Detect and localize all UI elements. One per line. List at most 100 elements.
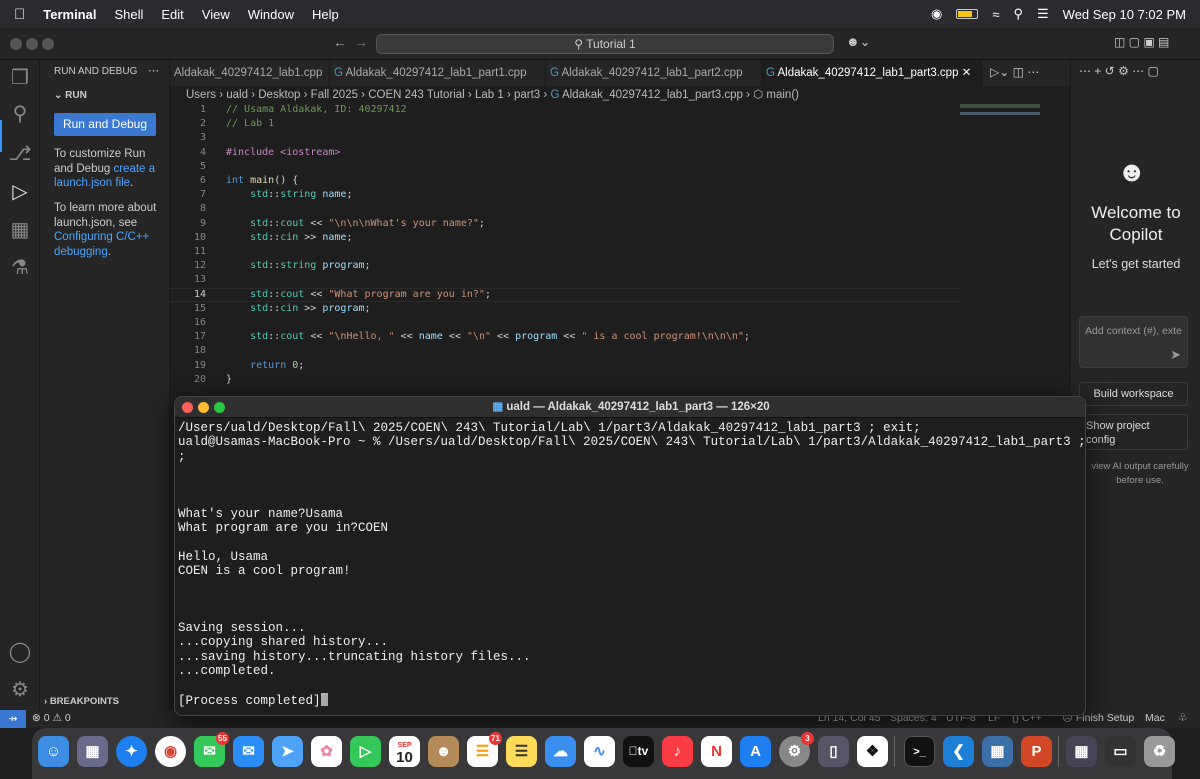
configuring-cpp-link[interactable]: Configuring C/C++ debugging xyxy=(54,231,149,258)
wifi-icon[interactable]: ≈ xyxy=(992,7,999,22)
problems-indicator[interactable]: ⊗ 0 ⚠ 0 xyxy=(32,712,71,724)
window-close-button[interactable] xyxy=(10,38,22,50)
tab-lab1-part2[interactable]: G Aldakak_40297412_lab1_part2.cpp xyxy=(546,60,762,86)
chrome-icon[interactable]: ◉ xyxy=(155,736,186,767)
crumb-uald[interactable]: uald xyxy=(226,89,248,101)
command-center-search[interactable]: ⚲ Tutorial 1 xyxy=(376,34,834,54)
menu-edit[interactable]: Edit xyxy=(161,7,183,22)
screenshot-stack-icon[interactable]: ▭ xyxy=(1105,736,1136,767)
freeform-icon[interactable]: ∿ xyxy=(584,736,615,767)
copilot-chat-input[interactable]: Add context (#), exte ➤ xyxy=(1079,316,1188,368)
code-line: return 0; xyxy=(250,359,305,371)
window-minimize-button[interactable] xyxy=(26,38,38,50)
finder-icon[interactable]: ☺ xyxy=(38,736,69,767)
notifications-bell-icon[interactable]: ♧ xyxy=(1178,712,1187,724)
chatgpt-icon[interactable]: ❖ xyxy=(857,736,888,767)
terminal-output[interactable]: /Users/uald/Desktop/Fall\ 2025/COEN\ 243… xyxy=(178,421,1085,708)
control-center-icon[interactable]: ☰ xyxy=(1037,6,1049,22)
tab-lab1-part3[interactable]: G Aldakak_40297412_lab1_part3.cpp ✕ xyxy=(762,60,982,86)
testing-icon[interactable]: ⚗ xyxy=(8,256,32,280)
code-editor[interactable]: 1 // Usama Aldakak, ID: 40297412 2 // Lab 1… xyxy=(170,104,1070,394)
copilot-menu-icon[interactable]: ☻⌄ xyxy=(846,34,871,50)
vscode-app-icon[interactable]: ❮ xyxy=(943,736,974,767)
maps-icon[interactable]: ➤ xyxy=(272,736,303,767)
mail-icon[interactable]: ✉ xyxy=(233,736,264,767)
terminal-minimize-button[interactable] xyxy=(198,402,209,413)
build-workspace-button[interactable]: Build workspace xyxy=(1079,382,1188,406)
nav-forward-icon[interactable]: → xyxy=(354,34,368,50)
dock-divider-2 xyxy=(1058,736,1059,767)
run-debug-icon[interactable]: ▷ xyxy=(8,180,32,204)
crumb-coen-243[interactable]: COEN 243 Tutorial xyxy=(368,89,465,101)
terminal-zoom-button[interactable] xyxy=(214,402,225,413)
trash-icon[interactable]: ♻ xyxy=(1144,736,1175,767)
system-settings-icon[interactable]: ⚙ 3 xyxy=(779,732,814,767)
photos-icon[interactable]: ✿ xyxy=(311,736,342,767)
close-tab-icon[interactable]: ✕ xyxy=(958,67,972,79)
downloads-stack-icon[interactable]: ▦ xyxy=(1066,736,1097,767)
safari-icon[interactable]: ✦ xyxy=(116,736,147,767)
terminal-app-icon[interactable]: >_ xyxy=(904,736,935,767)
copilot-toolbar-icons[interactable]: ⋯ + ↺ ⚙ ⋯ ▢ xyxy=(1079,64,1159,78)
menu-window[interactable]: Window xyxy=(248,7,294,22)
tab-lab1-part1[interactable]: G Aldakak_40297412_lab1_part1.cpp xyxy=(330,60,546,86)
crumb-lab1[interactable]: Lab 1 xyxy=(475,89,504,101)
menu-help[interactable]: Help xyxy=(312,7,339,22)
powerpoint-icon[interactable]: P xyxy=(1021,736,1052,767)
platform-indicator[interactable]: Mac xyxy=(1145,712,1165,724)
reminders-icon[interactable]: ☰ 71 xyxy=(467,732,502,767)
show-project-config-button[interactable]: Show project config xyxy=(1079,414,1188,450)
facetime-icon[interactable]: ▷ xyxy=(350,736,381,767)
spotlight-search-icon[interactable]: ⚲ xyxy=(1013,6,1023,22)
settings-gear-icon[interactable]: ⚙ xyxy=(8,678,32,702)
code-line: } xyxy=(226,373,233,385)
launchpad-icon[interactable]: ▦ xyxy=(77,736,108,767)
explorer-icon[interactable]: ❐ xyxy=(8,66,32,90)
apple-icon[interactable]:  xyxy=(14,6,25,23)
crumb-fall-2025[interactable]: Fall 2025 xyxy=(311,89,358,101)
notes-icon[interactable]: ☰ xyxy=(506,736,537,767)
battery-icon[interactable] xyxy=(956,9,979,19)
preview-app-icon[interactable]: ▦ xyxy=(982,736,1013,767)
music-icon[interactable]: ♪ xyxy=(662,736,693,767)
run-and-debug-button[interactable]: Run and Debug xyxy=(54,113,156,136)
account-icon[interactable]: ◯ xyxy=(8,640,32,664)
run-file-icon[interactable]: ▷⌄ ◫ ⋯ xyxy=(990,65,1039,79)
menu-clock[interactable]: Wed Sep 10 7:02 PM xyxy=(1063,7,1186,22)
crumb-file[interactable]: Aldakak_40297412_lab1_part3.cpp xyxy=(562,89,743,101)
crumb-part3[interactable]: part3 xyxy=(514,89,540,101)
tab-lab1[interactable]: Aldakak_40297412_lab1.cpp xyxy=(170,60,330,86)
crumb-desktop[interactable]: Desktop xyxy=(258,89,300,101)
search-view-icon[interactable]: ⚲ xyxy=(8,102,32,126)
layout-controls-icon[interactable]: ◫ ▢ ▣ ▤ xyxy=(1114,35,1169,49)
crumb-main[interactable]: main() xyxy=(766,89,799,101)
breakpoints-section-header[interactable]: › BREAKPOINTS xyxy=(44,696,119,707)
menu-shell[interactable]: Shell xyxy=(114,7,143,22)
more-actions-icon[interactable]: ⋯ xyxy=(148,64,159,77)
app-store-icon[interactable]: A xyxy=(740,736,771,767)
terminal-window[interactable]: ▦ uald — Aldakak_40297412_lab1_part3 — 1… xyxy=(174,396,1086,716)
crumb-users[interactable]: Users xyxy=(186,89,216,101)
minimap[interactable] xyxy=(960,104,1040,144)
window-zoom-button[interactable] xyxy=(42,38,54,50)
calendar-icon[interactable]: SEP 10 xyxy=(389,736,420,767)
menu-view[interactable]: View xyxy=(202,7,230,22)
code-line: int main() { xyxy=(226,175,299,186)
extensions-icon[interactable]: ▦ xyxy=(8,218,32,242)
remote-icon[interactable]: ⇸ xyxy=(0,710,26,728)
line-number: 13 xyxy=(193,274,206,286)
messages-icon[interactable]: ✉ 55 xyxy=(194,732,229,767)
news-icon[interactable]: N xyxy=(701,736,732,767)
terminal-close-button[interactable] xyxy=(182,402,193,413)
iphone-mirroring-icon[interactable]: ▯ xyxy=(818,736,849,767)
apple-tv-icon[interactable]: tv xyxy=(623,736,654,767)
source-control-icon[interactable]: ⎇ xyxy=(8,142,32,166)
copilot-status-icon[interactable]: ◉ xyxy=(931,6,942,22)
contacts-icon[interactable]: ☻ xyxy=(428,736,459,767)
send-icon[interactable]: ➤ xyxy=(1170,347,1181,363)
run-section-header[interactable]: ⌄ RUN xyxy=(54,90,87,101)
nav-back-icon[interactable]: ← xyxy=(333,34,347,50)
weather-icon[interactable]: ☁ xyxy=(545,736,576,767)
menu-app-name[interactable]: Terminal xyxy=(43,7,96,22)
